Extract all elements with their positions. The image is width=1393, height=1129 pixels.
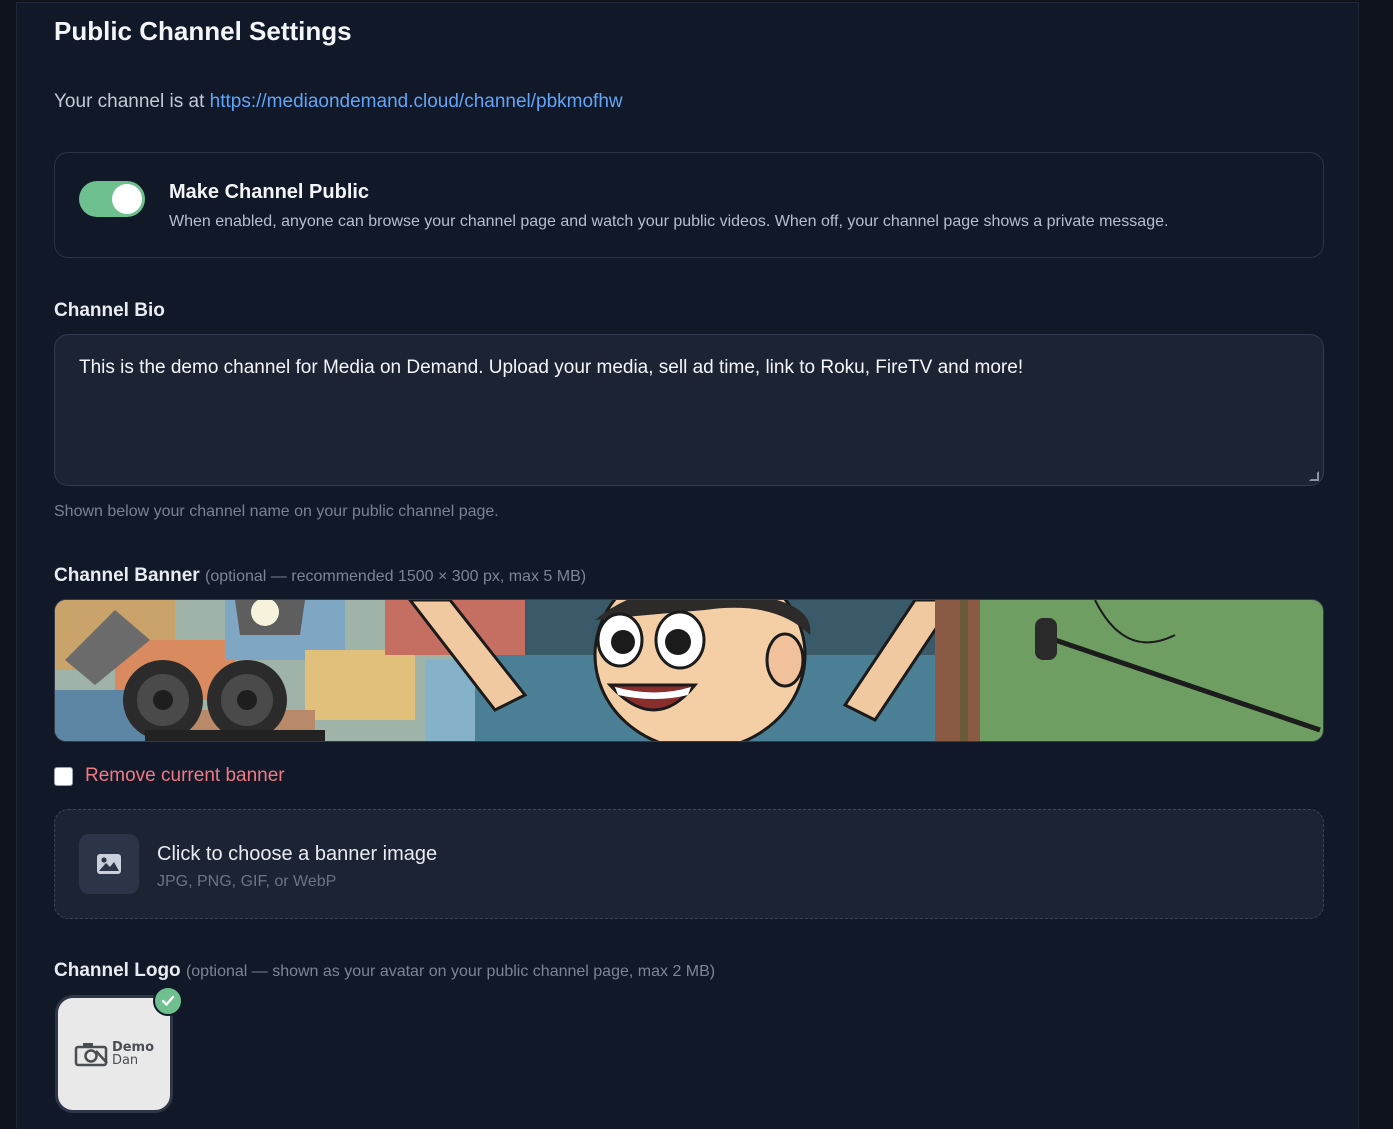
bio-text: This is the demo channel for Media on De… xyxy=(79,357,1024,378)
channel-url-line: Your channel is at https://mediaondemand… xyxy=(54,91,623,113)
logo-wordmark: Demo Dan xyxy=(112,1041,154,1067)
image-icon xyxy=(79,834,139,894)
logo-label-text: Channel Logo xyxy=(54,960,181,981)
toggle-description: When enabled, anyone can browse your cha… xyxy=(169,213,1169,230)
toggle-title: Make Channel Public xyxy=(169,181,370,203)
bio-hint: Shown below your channel name on your pu… xyxy=(54,503,499,520)
bio-label: Channel Bio xyxy=(54,300,165,322)
upload-formats: JPG, PNG, GIF, or WebP xyxy=(157,873,337,890)
public-toggle-card: Make Channel Public When enabled, anyone… xyxy=(54,152,1324,258)
remove-banner-row: Remove current banner xyxy=(54,765,285,787)
banner-preview xyxy=(54,599,1324,742)
bio-label-text: Channel Bio xyxy=(54,300,165,321)
channel-logo[interactable]: Demo Dan xyxy=(55,995,173,1113)
banner-label-text: Channel Banner xyxy=(54,565,200,586)
banner-optional-note: (optional — recommended 1500 × 300 px, m… xyxy=(204,568,587,585)
remove-banner-label[interactable]: Remove current banner xyxy=(85,765,285,787)
camera-logo-icon xyxy=(74,1043,108,1067)
remove-banner-checkbox[interactable] xyxy=(54,766,73,786)
toggle-knob xyxy=(112,184,142,214)
make-public-toggle[interactable] xyxy=(79,181,145,217)
page-title: Public Channel Settings xyxy=(54,16,352,46)
logo-optional-note: (optional — shown as your avatar on your… xyxy=(185,963,716,980)
logo-text-line2: Dan xyxy=(111,1053,139,1068)
check-icon xyxy=(153,986,183,1016)
resize-handle[interactable] xyxy=(1309,471,1319,481)
channel-url-prefix: Your channel is at xyxy=(54,91,210,112)
upload-title: Click to choose a banner image xyxy=(157,843,438,865)
banner-image xyxy=(55,600,1323,741)
logo-label: Channel Logo (optional — shown as your a… xyxy=(54,960,715,982)
banner-upload-dropzone[interactable]: Click to choose a banner image JPG, PNG,… xyxy=(54,809,1324,919)
banner-label: Channel Banner (optional — recommended 1… xyxy=(54,565,586,587)
settings-panel: Public Channel Settings Your channel is … xyxy=(16,2,1359,1129)
channel-url-link[interactable]: https://mediaondemand.cloud/channel/pbkm… xyxy=(210,91,623,112)
bio-textarea[interactable]: This is the demo channel for Media on De… xyxy=(54,334,1324,486)
